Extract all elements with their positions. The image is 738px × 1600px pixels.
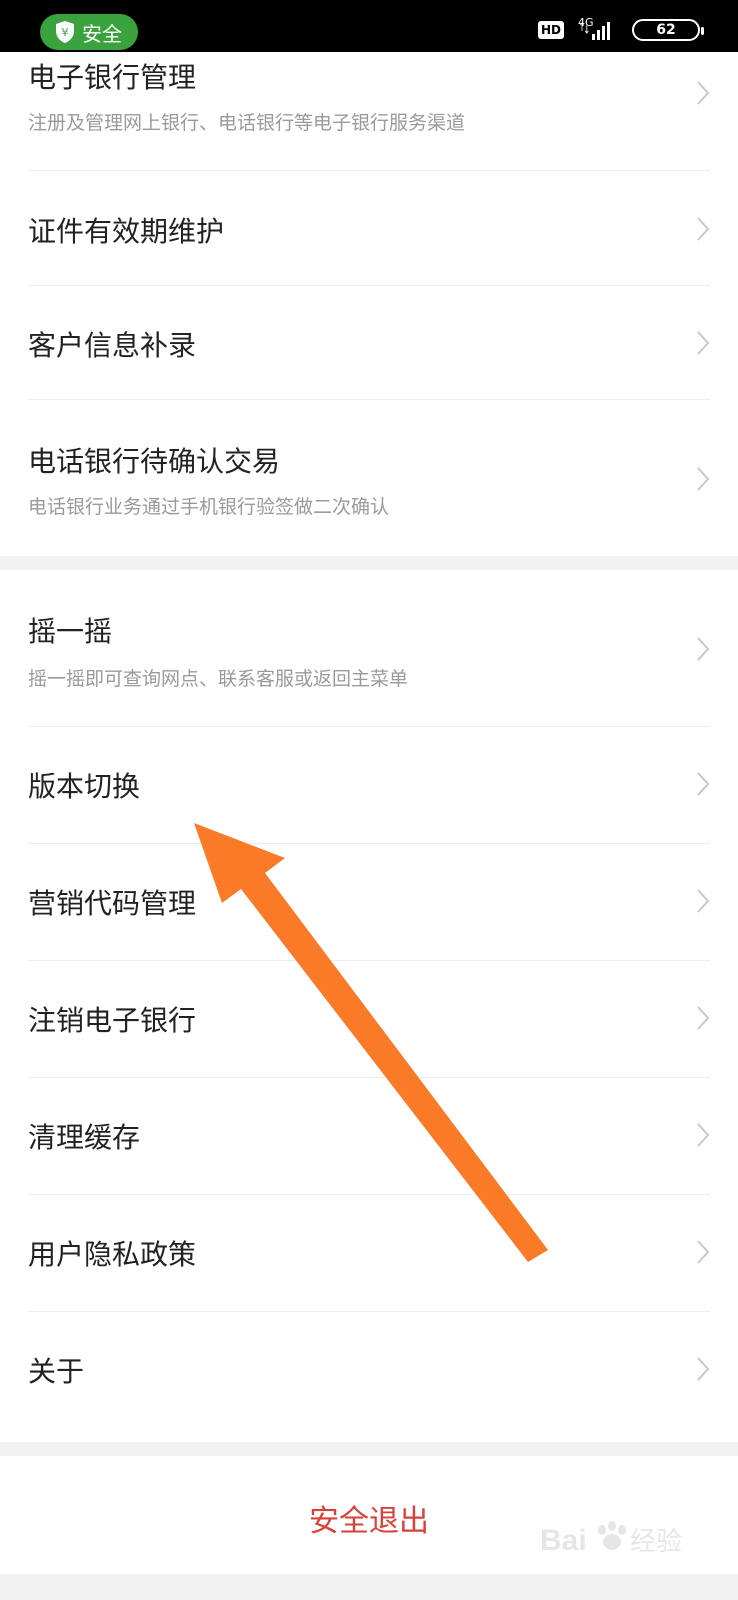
status-bar: ¥ 安全 HD 4G 62 [0, 0, 738, 52]
hd-icon: HD [537, 21, 564, 39]
menu-item-title: 营销代码管理 [28, 887, 197, 920]
svg-text:¥: ¥ [62, 26, 69, 39]
divider [28, 170, 710, 171]
menu-item-subtitle: 摇一摇即可查询网点、联系客服或返回主菜单 [28, 668, 409, 690]
menu-item-subtitle: 电话银行业务通过手机银行验签做二次确认 [28, 496, 390, 518]
battery-icon: 62 [632, 19, 704, 41]
menu-item-subtitle: 注册及管理网上银行、电话银行等电子银行服务渠道 [28, 112, 466, 134]
chevron-right-icon [697, 1240, 710, 1264]
shield-icon: ¥ [56, 21, 74, 43]
settings-group-2: 摇一摇 摇一摇即可查询网点、联系客服或返回主菜单 版本切换 营销代码管理 注销电… [0, 570, 738, 1442]
menu-item-title: 注销电子银行 [28, 1004, 197, 1037]
menu-item-title: 证件有效期维护 [28, 215, 225, 248]
svg-text:经验: 经验 [630, 1527, 682, 1557]
chevron-right-icon [697, 772, 710, 796]
security-badge[interactable]: ¥ 安全 [40, 14, 138, 50]
chevron-right-icon [697, 467, 710, 491]
chevron-right-icon [697, 889, 710, 913]
menu-item-title: 电子银行管理 [28, 61, 197, 94]
signal-icon: 4G [578, 16, 618, 42]
battery-level: 62 [656, 22, 676, 38]
menu-item-title: 电话银行待确认交易 [28, 445, 281, 478]
menu-item-title: 摇一摇 [28, 615, 113, 648]
menu-item-title: 版本切换 [28, 770, 141, 803]
chevron-right-icon [697, 637, 710, 661]
menu-item-title: 用户隐私政策 [28, 1238, 197, 1271]
menu-item-customer-info[interactable]: 客户信息补录 [28, 286, 710, 400]
menu-item-ebank-management[interactable]: 电子银行管理 注册及管理网上银行、电话银行等电子银行服务渠道 [28, 52, 710, 172]
baidu-watermark-logo: Bai 经验 [540, 1516, 700, 1564]
menu-item-about[interactable]: 关于 [28, 1312, 710, 1428]
menu-item-privacy-policy[interactable]: 用户隐私政策 [28, 1195, 710, 1311]
chevron-right-icon [697, 1123, 710, 1147]
chevron-right-icon [697, 217, 710, 241]
menu-item-cancel-ebank[interactable]: 注销电子银行 [28, 961, 710, 1077]
chevron-right-icon [697, 1006, 710, 1030]
menu-item-title: 清理缓存 [28, 1121, 141, 1154]
chevron-right-icon [697, 331, 710, 355]
menu-item-version-switch[interactable]: 版本切换 [28, 727, 710, 843]
svg-text:Bai: Bai [540, 1524, 587, 1557]
chevron-right-icon [697, 81, 710, 105]
menu-item-marketing-code[interactable]: 营销代码管理 [28, 844, 710, 960]
menu-item-shake[interactable]: 摇一摇 摇一摇即可查询网点、联系客服或返回主菜单 [28, 570, 710, 726]
status-icons: HD 4G 62 [537, 16, 704, 42]
chevron-right-icon [697, 1357, 710, 1381]
security-badge-label: 安全 [82, 21, 122, 46]
menu-item-title: 客户信息补录 [28, 329, 197, 362]
menu-item-clear-cache[interactable]: 清理缓存 [28, 1078, 710, 1194]
menu-item-id-validity[interactable]: 证件有效期维护 [28, 172, 710, 286]
menu-item-phone-pending[interactable]: 电话银行待确认交易 电话银行业务通过手机银行验签做二次确认 [28, 400, 710, 556]
settings-group-1: 电子银行管理 注册及管理网上银行、电话银行等电子银行服务渠道 证件有效期维护 客… [0, 52, 738, 556]
menu-item-title: 关于 [28, 1355, 85, 1388]
